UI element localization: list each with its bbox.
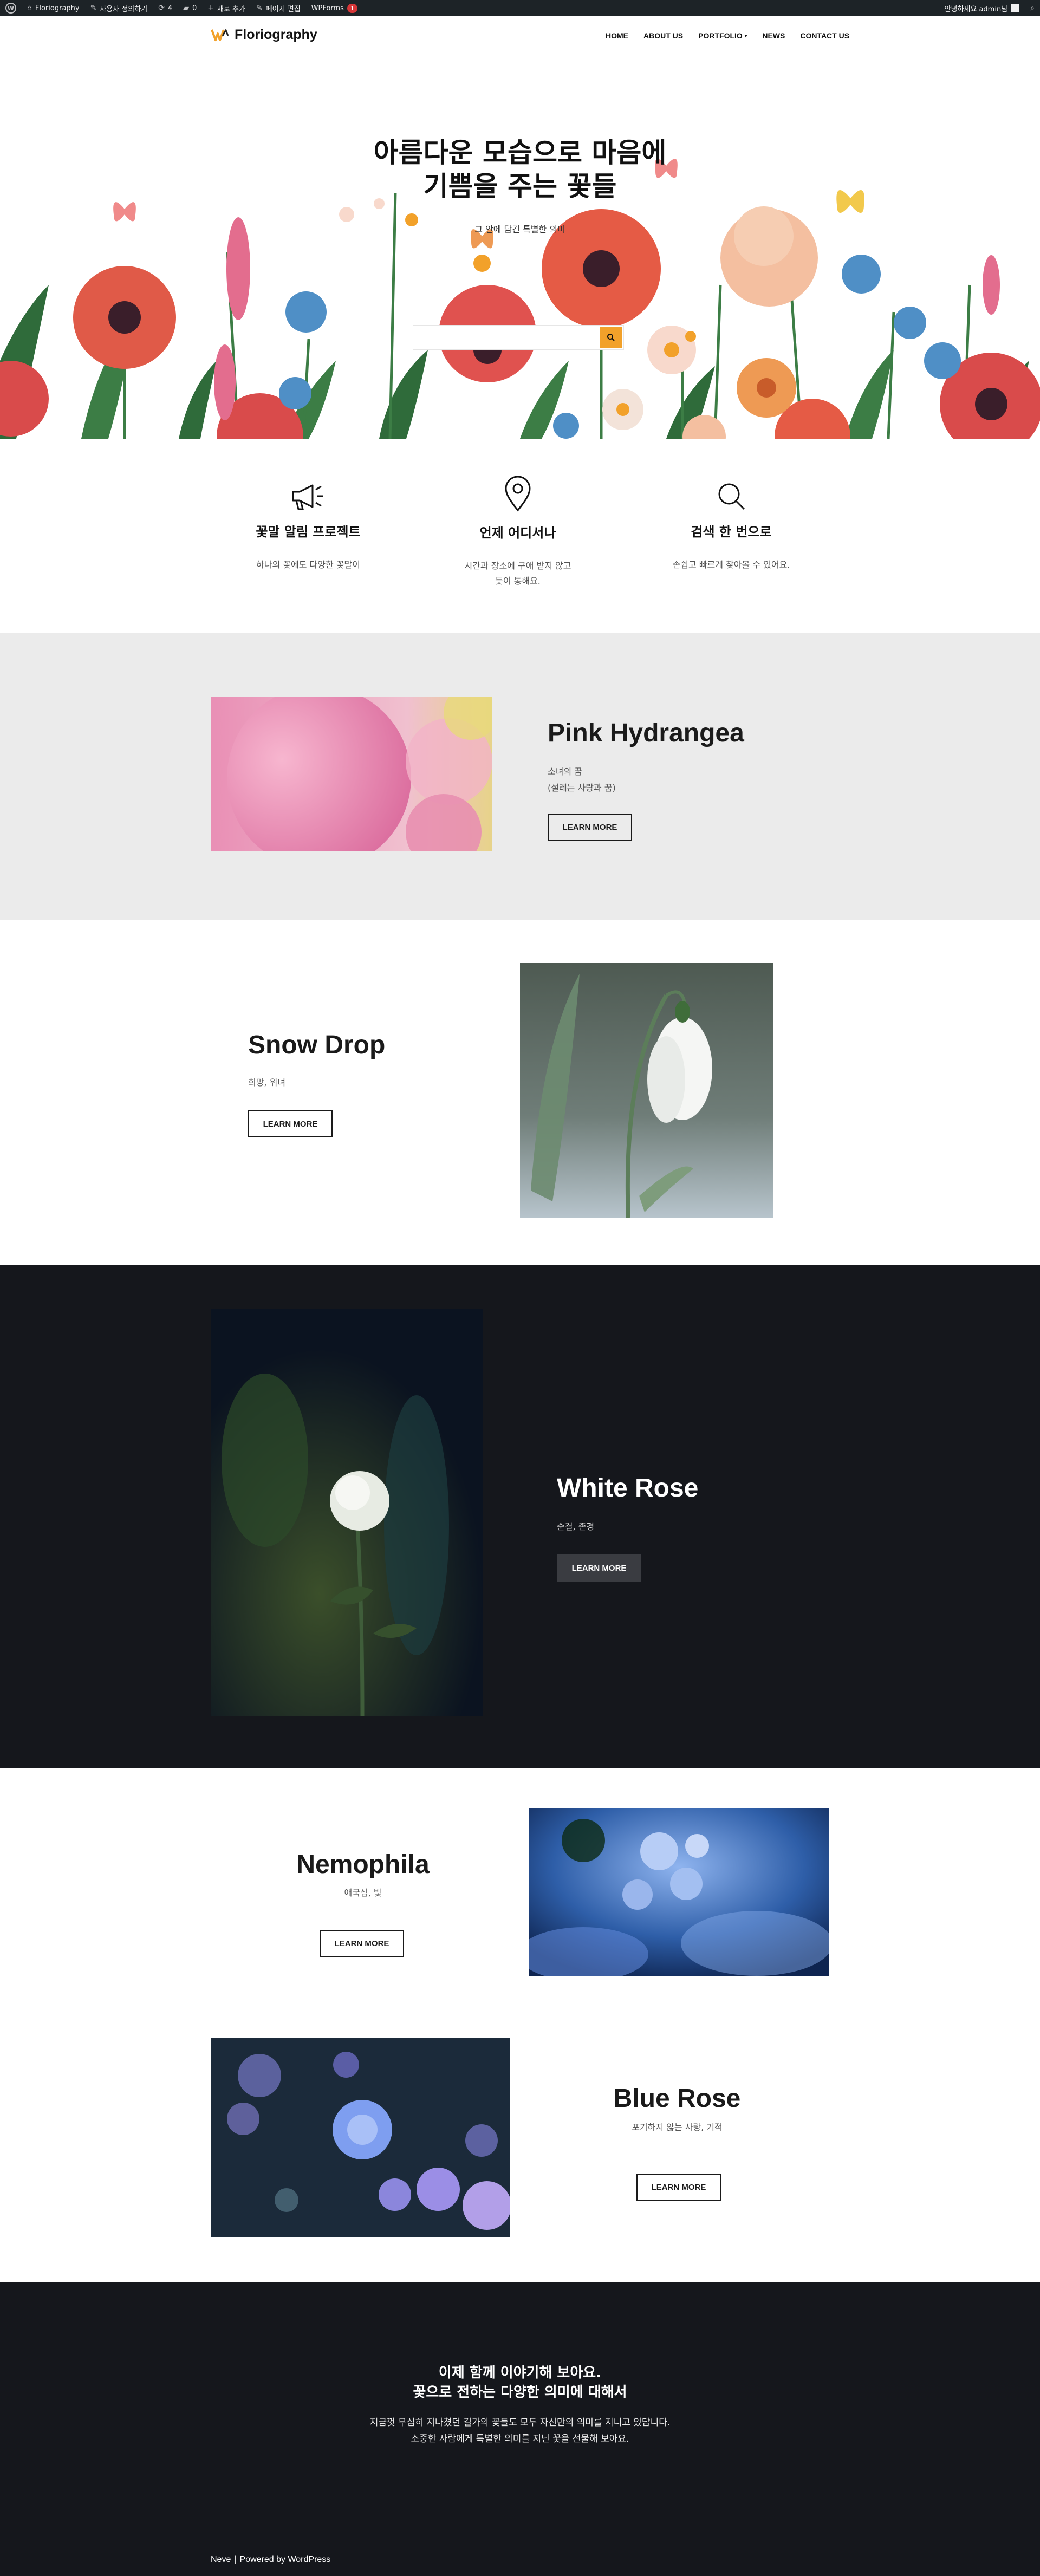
hydrangea-photo — [211, 697, 492, 851]
avatar — [1011, 4, 1020, 12]
white-rose-section: White Rose 순결, 존경 LEARN MORE — [0, 1265, 1040, 1768]
admin-customize[interactable]: ✎ 사용자 정의하기 — [85, 0, 153, 16]
nemophila-image — [529, 1808, 829, 1976]
hero-title: 아름다운 모습으로 마음에 기쁨을 주는 꽃들 — [373, 137, 667, 202]
blue-rose-photo — [211, 2038, 510, 2237]
hydrangea-image — [211, 697, 492, 851]
nav-contact-us[interactable]: CONTACT US — [800, 31, 849, 40]
flower-title: White Rose — [557, 1474, 699, 1502]
flower-title: Blue Rose — [613, 2084, 741, 2113]
learn-more-button[interactable]: LEARN MORE — [636, 2174, 721, 2201]
home-icon: ⌂ — [27, 4, 32, 12]
admin-updates[interactable]: ⟳ 4 — [153, 0, 178, 16]
flower-meaning: 순결, 존경 — [557, 1521, 595, 1532]
logo-text: Floriography — [235, 27, 317, 42]
search-icon — [718, 483, 745, 510]
blue-rose-section: Blue Rose 포기하지 않는 사랑, 기적 LEARN MORE — [0, 2023, 1040, 2282]
snowdrop-image — [520, 963, 774, 1218]
search-button[interactable] — [600, 327, 622, 348]
hero-section: 아름다운 모습으로 마음에 기쁨을 주는 꽃들 그 안에 담긴 특별한 의미 — [0, 57, 1040, 439]
learn-more-button[interactable]: LEARN MORE — [557, 1554, 641, 1582]
flower-title: Nemophila — [296, 1850, 430, 1879]
admin-site-name[interactable]: ⌂ Floriography — [22, 0, 85, 16]
wordpress-link[interactable]: Powered by WordPress — [240, 2555, 331, 2565]
megaphone-icon — [292, 484, 323, 510]
hero-search-form — [413, 325, 624, 350]
wordpress-logo[interactable]: W — [0, 0, 22, 16]
admin-edit-page[interactable]: ✎ 페이지 편집 — [251, 0, 306, 16]
snowdrop-photo — [520, 963, 774, 1218]
cta-text: 지금껏 무심히 지나쳤던 길가의 꽃들도 모두 자신만의 의미를 지니고 있답니… — [369, 2417, 671, 2444]
pencil-icon: ✎ — [256, 4, 263, 12]
flower-meaning: 애국심, 빛 — [344, 1888, 382, 1898]
brush-icon: ✎ — [90, 4, 97, 12]
footer-credit: Neve | Powered by WordPress — [211, 2555, 330, 2565]
white-rose-photo — [211, 1309, 483, 1716]
feature-item: 검색 한 번으로 손쉽고 빠르게 찾아볼 수 있어요. — [661, 481, 802, 573]
location-pin-icon — [505, 476, 531, 512]
feature-item: 꽃말 알림 프로젝트 하나의 꽃에도 다양한 꽃말이 — [238, 481, 379, 573]
white-rose-image — [211, 1309, 483, 1716]
refresh-icon: ⟳ — [158, 4, 165, 12]
hydrangea-section: Pink Hydrangea 소녀의 꿈 (설레는 사랑과 꿈) LEARN MO… — [0, 633, 1040, 920]
learn-more-button[interactable]: LEARN MORE — [548, 814, 632, 841]
plus-icon: + — [207, 4, 214, 12]
feature-text: 하나의 꽃에도 다양한 꽃말이 — [256, 560, 360, 570]
footer-separator: | — [234, 2555, 237, 2564]
cta-section: 이제 함께 이야기해 보아요. 꽃으로 전하는 다양한 의미에 대해서 지금껏 … — [0, 2282, 1040, 2576]
learn-more-button[interactable]: LEARN MORE — [320, 1930, 404, 1957]
admin-bar: W ⌂ Floriography ✎ 사용자 정의하기 ⟳ 4 ▰ 0 + 새로 추가 ✎… — [0, 0, 1040, 16]
comment-icon: ▰ — [183, 4, 189, 12]
admin-new[interactable]: + 새로 추가 — [202, 0, 251, 16]
admin-wpforms[interactable]: WPForms 1 — [306, 0, 363, 16]
feature-text: 시간과 장소에 구애 받지 않고 듯이 통해요. — [464, 561, 571, 586]
features-section: 꽃말 알림 프로젝트 하나의 꽃에도 다양한 꽃말이 언제 어디서나 시간과 장… — [0, 439, 1040, 633]
site-logo[interactable]: Floriography — [211, 27, 317, 43]
flower-meaning: 희망, 위녀 — [248, 1077, 286, 1088]
nav-home[interactable]: HOME — [606, 31, 628, 40]
feature-text: 손쉽고 빠르게 찾아볼 수 있어요. — [672, 560, 790, 570]
nemophila-section: Nemophila 애국심, 빛 LEARN MORE — [0, 1768, 1040, 2023]
admin-comments[interactable]: ▰ 0 — [178, 0, 202, 16]
flower-meaning: 포기하지 않는 사랑, 기적 — [632, 2122, 723, 2132]
nav-news[interactable]: NEWS — [762, 31, 785, 40]
nav-about-us[interactable]: ABOUT US — [644, 31, 683, 40]
neve-theme-link[interactable]: Neve — [211, 2555, 231, 2565]
learn-more-button[interactable]: LEARN MORE — [248, 1110, 333, 1137]
search-icon — [607, 334, 615, 341]
logo-mark-icon — [211, 28, 229, 41]
admin-account[interactable]: 안녕하세요 admin님 — [939, 0, 1025, 16]
site-header: Floriography HOME ABOUT US PORTFOLIO ▾ NE… — [0, 16, 1040, 57]
hero-subtitle: 그 안에 담긴 특별한 의미 — [474, 224, 566, 235]
nemophila-photo — [529, 1808, 829, 1976]
snowdrop-section: Snow Drop 희망, 위녀 LEARN MORE — [0, 920, 1040, 1265]
cta-title: 이제 함께 이야기해 보아요. 꽃으로 전하는 다양한 의미에 대해서 — [413, 2365, 627, 2401]
feature-title: 꽃말 알림 프로젝트 — [256, 524, 361, 539]
flower-illustration — [0, 159, 1040, 439]
feature-item: 언제 어디서나 시간과 장소에 구애 받지 않고 듯이 통해요. — [447, 476, 588, 589]
main-nav: HOME ABOUT US PORTFOLIO ▾ NEWS CONTACT US — [606, 31, 849, 40]
feature-title: 언제 어디서나 — [479, 525, 556, 541]
search-input[interactable] — [413, 325, 624, 350]
search-icon: ⌕ — [1030, 4, 1035, 12]
admin-search[interactable]: ⌕ — [1025, 0, 1040, 16]
flower-title: Pink Hydrangea — [548, 719, 744, 747]
nav-portfolio[interactable]: PORTFOLIO ▾ — [698, 31, 747, 40]
chevron-down-icon: ▾ — [744, 32, 748, 38]
flower-meaning: 소녀의 꿈 (설레는 사랑과 꿈) — [548, 766, 616, 793]
blue-rose-image — [211, 2038, 510, 2237]
flower-title: Snow Drop — [248, 1031, 386, 1059]
notification-badge: 1 — [347, 3, 358, 13]
wordpress-icon: W — [5, 3, 16, 14]
feature-title: 검색 한 번으로 — [691, 524, 772, 539]
